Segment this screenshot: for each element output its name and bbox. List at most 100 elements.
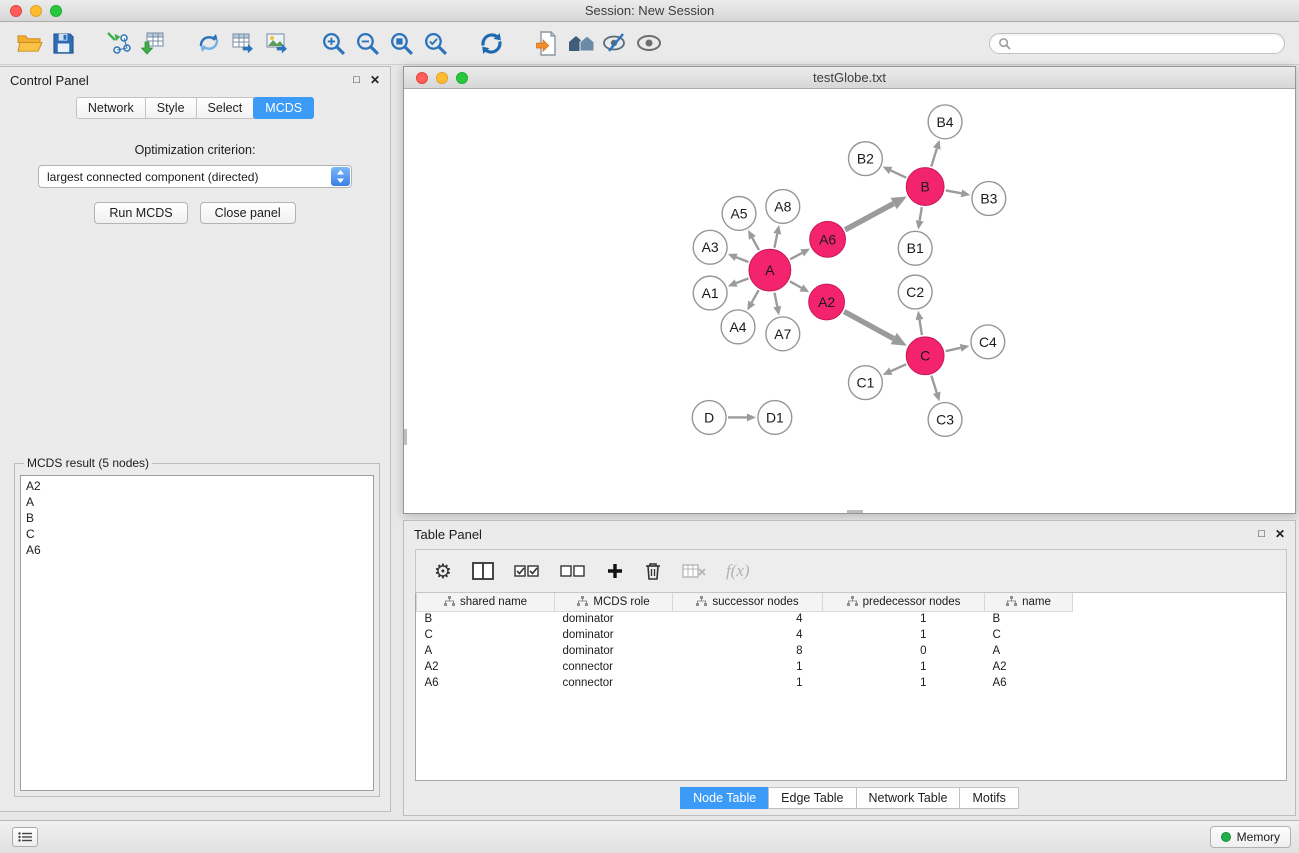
add-column-button[interactable] <box>606 556 624 586</box>
network-node-B[interactable]: B <box>906 168 944 206</box>
export-table-button[interactable] <box>226 26 260 60</box>
import-network-button[interactable] <box>102 26 136 60</box>
network-node-A6[interactable]: A6 <box>810 221 846 257</box>
horizontal-scrollbar-thumb[interactable] <box>847 510 863 513</box>
export-network-button[interactable] <box>192 26 226 60</box>
search-input[interactable] <box>1016 36 1276 50</box>
network-edge-C-C3[interactable] <box>931 376 940 402</box>
mcds-result-list[interactable]: A2ABCA6 <box>20 475 374 791</box>
apply-layout-button[interactable] <box>474 26 508 60</box>
network-edge-A6-B[interactable] <box>845 196 907 229</box>
delete-button[interactable] <box>644 556 662 586</box>
task-history-button[interactable] <box>12 827 38 847</box>
float-table-panel-icon[interactable]: □ <box>1258 529 1265 540</box>
column-header-predecessor-nodes[interactable]: predecessor nodes <box>823 593 985 611</box>
import-table-button[interactable] <box>136 26 170 60</box>
function-builder-button[interactable]: f(x) <box>726 556 750 586</box>
network-edge-B-B2[interactable] <box>883 167 907 178</box>
network-node-D1[interactable]: D1 <box>758 401 792 435</box>
run-mcds-button[interactable]: Run MCDS <box>94 202 187 224</box>
network-node-B3[interactable]: B3 <box>972 182 1006 216</box>
network-node-A1[interactable]: A1 <box>693 276 727 310</box>
control-tab-network[interactable]: Network <box>76 97 146 119</box>
show-columns-button[interactable] <box>472 556 494 586</box>
network-node-A4[interactable]: A4 <box>721 310 755 344</box>
column-header-name[interactable]: name <box>985 593 1073 611</box>
close-panel-button[interactable]: Close panel <box>200 202 296 224</box>
network-canvas[interactable]: B4 B2 B B3 A5 A8 A6 B1 A3 A A1 C2 A2 A4 A7 C4 C C1 C3 D D1 <box>404 89 1295 513</box>
network-edge-A2-C[interactable] <box>844 312 907 346</box>
zoom-fit-button[interactable] <box>384 26 418 60</box>
vertical-scrollbar-thumb[interactable] <box>404 429 407 445</box>
open-file-button[interactable] <box>12 26 46 60</box>
network-edge-A-A1[interactable] <box>728 278 749 286</box>
result-item[interactable]: C <box>26 526 368 542</box>
deselect-all-button[interactable] <box>560 556 586 586</box>
optimization-criterion-select[interactable]: largest connected component (directed) <box>38 165 352 188</box>
table-tab-node-table[interactable]: Node Table <box>680 787 769 809</box>
network-edge-B-B3[interactable] <box>946 189 971 197</box>
network-edge-A-A3[interactable] <box>728 254 749 262</box>
table-tab-motifs[interactable]: Motifs <box>959 787 1018 809</box>
control-tab-style[interactable]: Style <box>145 97 197 119</box>
network-node-C[interactable]: C <box>906 337 944 375</box>
table-tab-edge-table[interactable]: Edge Table <box>768 787 856 809</box>
close-table-panel-icon[interactable]: ✕ <box>1275 528 1285 540</box>
column-header-MCDS-role[interactable]: MCDS role <box>555 593 673 611</box>
zoom-selected-button[interactable] <box>418 26 452 60</box>
network-node-A3[interactable]: A3 <box>693 230 727 264</box>
table-row[interactable]: A2connector11A2 <box>417 659 1287 675</box>
network-node-B1[interactable]: B1 <box>898 231 932 265</box>
zoom-in-button[interactable] <box>316 26 350 60</box>
select-all-button[interactable] <box>514 556 540 586</box>
network-node-D[interactable]: D <box>692 401 726 435</box>
table-tab-network-table[interactable]: Network Table <box>856 787 961 809</box>
network-edge-B-B1[interactable] <box>916 207 924 229</box>
network-home-button[interactable] <box>564 26 598 60</box>
network-edge-A-A2[interactable] <box>790 281 809 292</box>
network-node-C4[interactable]: C4 <box>971 325 1005 359</box>
style-visibility-button[interactable] <box>598 26 632 60</box>
network-edge-C-C1[interactable] <box>883 364 906 375</box>
network-edge-C-C4[interactable] <box>946 344 970 352</box>
network-edge-A-A4[interactable] <box>747 290 758 310</box>
network-node-A2[interactable]: A2 <box>809 284 845 320</box>
memory-button[interactable]: Memory <box>1210 826 1291 848</box>
network-edge-C-C2[interactable] <box>916 311 924 335</box>
delete-table-button[interactable] <box>682 556 706 586</box>
network-edge-A-A7[interactable] <box>773 293 781 316</box>
network-node-B2[interactable]: B2 <box>849 142 883 176</box>
table-settings-button[interactable]: ⚙ <box>434 556 452 586</box>
network-edge-B-B4[interactable] <box>931 140 940 167</box>
network-node-B4[interactable]: B4 <box>928 105 962 139</box>
result-item[interactable]: A2 <box>26 478 368 494</box>
zoom-out-button[interactable] <box>350 26 384 60</box>
node-table-container[interactable]: shared nameMCDS rolesuccessor nodesprede… <box>415 593 1287 781</box>
network-node-A5[interactable]: A5 <box>722 196 756 230</box>
network-edge-A-A8[interactable] <box>773 225 781 248</box>
network-edge-D-D1[interactable] <box>728 413 756 421</box>
network-edge-A-A5[interactable] <box>748 230 759 250</box>
control-tab-select[interactable]: Select <box>196 97 255 119</box>
result-item[interactable]: A6 <box>26 542 368 558</box>
network-node-C2[interactable]: C2 <box>898 275 932 309</box>
network-node-A8[interactable]: A8 <box>766 190 800 224</box>
table-row[interactable]: Adominator80A <box>417 643 1287 659</box>
float-panel-icon[interactable]: □ <box>353 75 360 86</box>
show-details-button[interactable] <box>632 26 666 60</box>
network-edge-A-A6[interactable] <box>790 249 810 260</box>
export-image-button[interactable] <box>260 26 294 60</box>
network-node-C3[interactable]: C3 <box>928 403 962 437</box>
save-session-button[interactable] <box>46 26 80 60</box>
result-item[interactable]: B <box>26 510 368 526</box>
network-node-A7[interactable]: A7 <box>766 317 800 351</box>
table-row[interactable]: A6connector11A6 <box>417 675 1287 691</box>
network-node-C1[interactable]: C1 <box>849 366 883 400</box>
table-row[interactable]: Bdominator41B <box>417 611 1287 627</box>
close-panel-icon[interactable]: ✕ <box>370 74 380 86</box>
search-field[interactable] <box>989 33 1285 54</box>
network-node-A[interactable]: A <box>749 249 791 291</box>
result-item[interactable]: A <box>26 494 368 510</box>
column-header-shared-name[interactable]: shared name <box>417 593 555 611</box>
session-file-button[interactable] <box>530 26 564 60</box>
